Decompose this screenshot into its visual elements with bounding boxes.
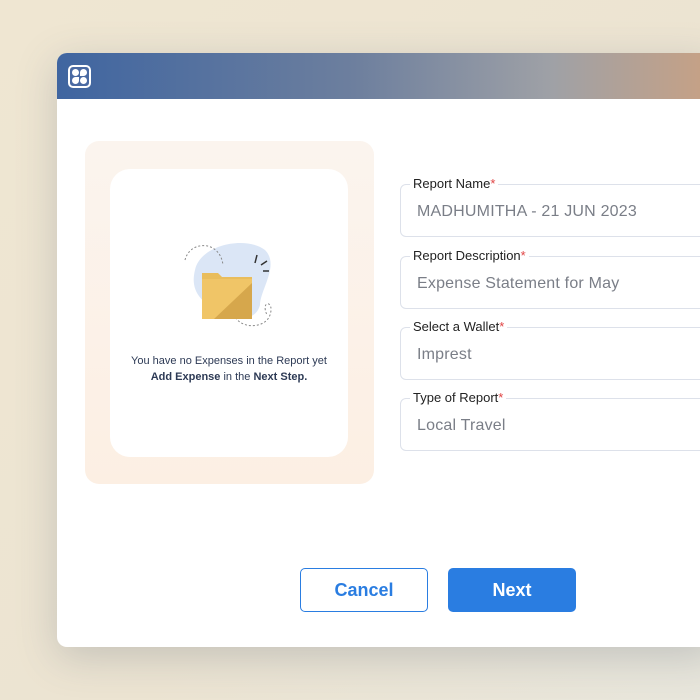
required-mark: * <box>520 248 526 263</box>
field-value: Local Travel <box>417 417 506 434</box>
field-label: Report Description <box>413 248 521 263</box>
report-name-field[interactable]: Report Name* MADHUMITHA - 21 JUN 2023 <box>400 176 700 237</box>
next-button[interactable]: Next <box>448 568 576 612</box>
field-value: Imprest <box>417 346 472 363</box>
app-logo-icon <box>68 65 91 88</box>
empty-state-mid: in the <box>220 371 254 383</box>
required-mark: * <box>490 176 496 191</box>
create-report-window: You have no Expenses in the Report yet A… <box>57 53 700 647</box>
field-label: Type of Report <box>413 390 499 405</box>
empty-state-line1: You have no Expenses in the Report yet <box>131 355 327 367</box>
cancel-button[interactable]: Cancel <box>300 568 428 612</box>
field-value: MADHUMITHA - 21 JUN 2023 <box>417 203 637 220</box>
field-value: Expense Statement for May <box>417 275 620 292</box>
empty-state-bold1: Add Expense <box>150 371 221 383</box>
required-mark: * <box>499 319 505 334</box>
empty-state-card: You have no Expenses in the Report yet A… <box>110 169 348 457</box>
empty-state-bold2: Next Step. <box>253 371 308 383</box>
report-type-select[interactable]: Type of Report* Local Travel <box>400 390 700 451</box>
title-bar <box>57 53 700 99</box>
report-description-field[interactable]: Report Description* Expense Statement fo… <box>400 248 700 309</box>
field-label: Report Name <box>413 176 491 191</box>
required-mark: * <box>498 390 504 405</box>
field-label: Select a Wallet <box>413 319 500 334</box>
wallet-select[interactable]: Select a Wallet* Imprest <box>400 319 700 380</box>
empty-folder-illustration <box>184 242 272 327</box>
expenses-panel: You have no Expenses in the Report yet A… <box>85 141 374 484</box>
